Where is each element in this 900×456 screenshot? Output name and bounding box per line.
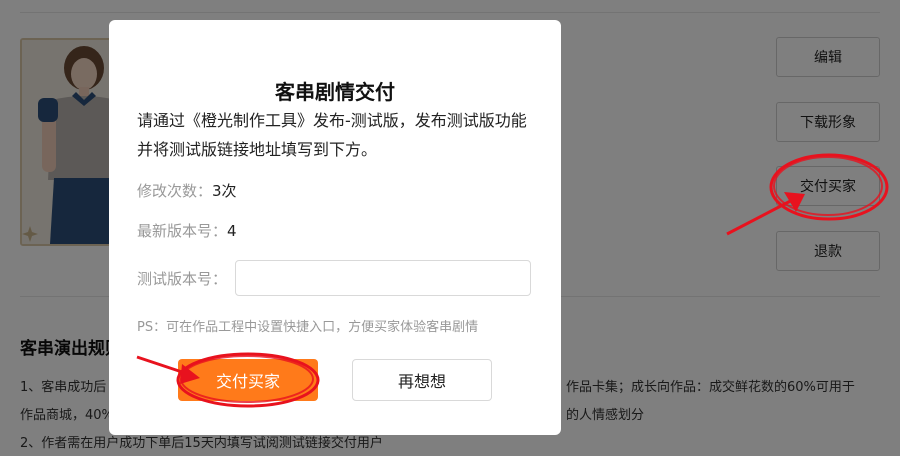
modify-count-row: 修改次数：3次 <box>137 180 237 201</box>
deliver-to-buyer-button[interactable]: 交付买家 <box>178 359 318 401</box>
ps-note: PS：可在作品工程中设置快捷入口，方便买家体验客串剧情 <box>137 320 479 335</box>
deliver-modal: 客串剧情交付 请通过《橙光制作工具》发布-测试版，发布测试版功能并将测试版链接地… <box>109 20 561 435</box>
test-version-row: 测试版本号： <box>137 260 531 296</box>
latest-version-row: 最新版本号：4 <box>137 220 237 241</box>
reconsider-button[interactable]: 再想想 <box>352 359 492 401</box>
test-version-label: 测试版本号： <box>137 269 228 288</box>
modal-title: 客串剧情交付 <box>275 80 395 104</box>
modify-count-label: 修改次数： <box>137 182 213 200</box>
test-version-input[interactable] <box>235 260 531 296</box>
latest-version-label: 最新版本号： <box>137 222 228 240</box>
modal-description: 请通过《橙光制作工具》发布-测试版，发布测试版功能并将测试版链接地址填写到下方。 <box>137 111 527 159</box>
modify-count-value: 3次 <box>212 182 237 200</box>
latest-version-value: 4 <box>227 222 237 240</box>
